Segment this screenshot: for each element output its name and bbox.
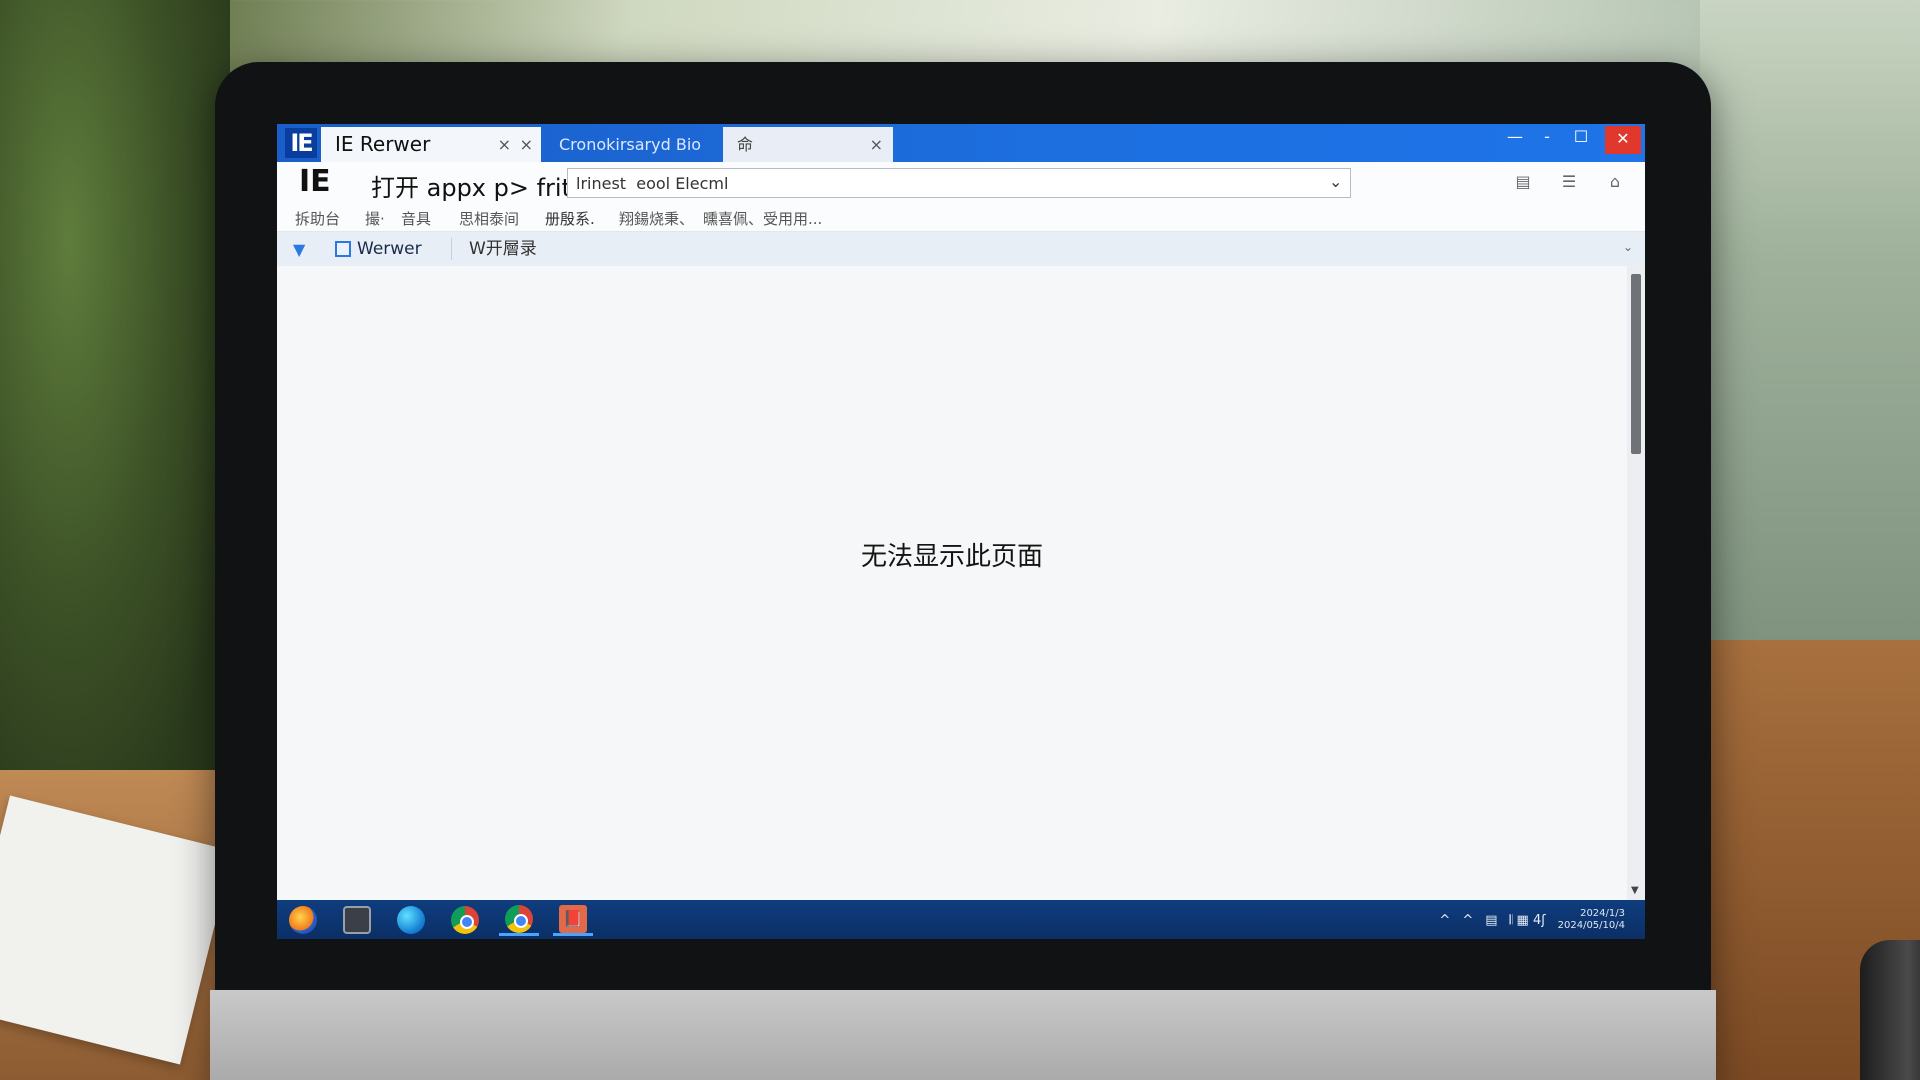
favorite-label: Werwer	[357, 239, 422, 259]
page-icon[interactable]: ▤	[1513, 172, 1533, 192]
background-window	[1700, 0, 1920, 640]
tab-label: 命	[737, 135, 754, 154]
taskbar-explorer[interactable]	[337, 904, 377, 936]
monitor-chin	[210, 990, 1716, 1080]
chevron-down-icon[interactable]: ⌄	[1623, 240, 1633, 254]
favorites-arrow-icon[interactable]: ▼	[293, 240, 305, 259]
title-bar: IE IE Rerwer × × Cronokirsaryd Bio 命 × —…	[277, 124, 1645, 162]
close-icon[interactable]: ×	[520, 127, 533, 162]
close-window-button[interactable]: ✕	[1605, 126, 1641, 154]
page-content: 无法显示此页面	[277, 266, 1627, 900]
taskbar-chrome-2[interactable]	[499, 904, 539, 936]
divider	[451, 238, 452, 260]
clock-time: 2024/1/3	[1580, 908, 1625, 919]
menu-item[interactable]: 撮·	[365, 208, 385, 229]
tab-ie-rerwer[interactable]: IE Rerwer × ×	[321, 127, 541, 162]
favorite-item-werwer[interactable]: Werwer	[331, 236, 432, 262]
menu-item[interactable]: 翔鍚烧秉、	[619, 208, 694, 229]
favorites-bar: ▼ Werwer W开層录 ⌄	[277, 232, 1645, 266]
menu-item[interactable]: 音具	[401, 208, 431, 229]
tools-icon[interactable]: ☰	[1559, 172, 1579, 192]
checkbox-icon	[335, 241, 351, 257]
menu-item-active[interactable]: 册殷系.	[545, 208, 595, 235]
close-icon[interactable]: ×	[498, 127, 511, 162]
clock[interactable]: 2024/1/3 2024/05/10/4	[1558, 908, 1625, 932]
chrome-icon	[451, 906, 479, 934]
scroll-thumb[interactable]	[1631, 274, 1641, 454]
tab-label: IE Rerwer	[335, 132, 431, 156]
office-icon: 📕	[559, 904, 587, 933]
tab-new[interactable]: 命 ×	[723, 127, 893, 162]
tray-up-icon[interactable]: ^	[1462, 913, 1473, 928]
error-message: 无法显示此页面	[860, 542, 1043, 572]
maximize-button[interactable]: ☐	[1561, 124, 1601, 154]
volume-icon[interactable]: 𝄃 ▦ 4ʃ	[1510, 913, 1546, 928]
ie-logo-icon: IE	[285, 128, 317, 158]
edge-icon	[397, 906, 425, 934]
url-input[interactable]	[567, 168, 1351, 198]
ie-logo: IE	[299, 164, 331, 199]
address-bar: IE 打开 appx p> frit ⌄ ▤ ☰ ⌂	[277, 162, 1645, 204]
favorite-item-2[interactable]: W开層录	[469, 236, 537, 262]
screen: IE IE Rerwer × × Cronokirsaryd Bio 命 × —…	[277, 124, 1645, 939]
background-plant	[0, 0, 230, 800]
taskbar-office[interactable]: 📕	[553, 904, 593, 936]
chrome-icon	[505, 904, 533, 933]
vertical-scrollbar[interactable]: ▼	[1627, 266, 1645, 900]
taskbar-edge[interactable]	[391, 904, 431, 936]
home-icon[interactable]: ⌂	[1605, 172, 1625, 192]
tab-cronokirsaryd[interactable]: Cronokirsaryd Bio	[545, 127, 715, 162]
firefox-icon	[289, 906, 317, 934]
taskbar: 📕 ^ ^ ▤ 𝄃 ▦ 4ʃ 2024/1/3 2024/05/10/4	[277, 900, 1645, 939]
menu-item[interactable]: 思相泰间	[459, 208, 519, 229]
clock-date: 2024/05/10/4	[1557, 920, 1625, 931]
menu-bar: 拆助台 撮· 音具 思相泰间 册殷系. 翔鍚烧秉、 曛喜佩、受用用...	[277, 204, 1645, 235]
file-explorer-icon	[343, 906, 371, 934]
system-tray: ^ ^ ▤ 𝄃 ▦ 4ʃ 2024/1/3 2024/05/10/4	[1439, 906, 1625, 934]
taskbar-firefox[interactable]	[283, 904, 323, 936]
tray-up-icon[interactable]: ^	[1439, 913, 1450, 928]
scroll-down-icon[interactable]: ▼	[1631, 885, 1639, 896]
mug	[1860, 940, 1920, 1080]
address-prefix: 打开 appx p> frit	[371, 174, 572, 202]
menu-item[interactable]: 拆助台	[295, 208, 340, 229]
close-icon[interactable]: ×	[870, 127, 883, 162]
chevron-down-icon[interactable]: ⌄	[1329, 172, 1342, 191]
network-icon[interactable]: ▤	[1485, 913, 1497, 928]
tab-label: Cronokirsaryd Bio	[559, 135, 702, 154]
taskbar-chrome-1[interactable]	[445, 904, 485, 936]
menu-item[interactable]: 曛喜佩、受用用...	[703, 208, 822, 229]
